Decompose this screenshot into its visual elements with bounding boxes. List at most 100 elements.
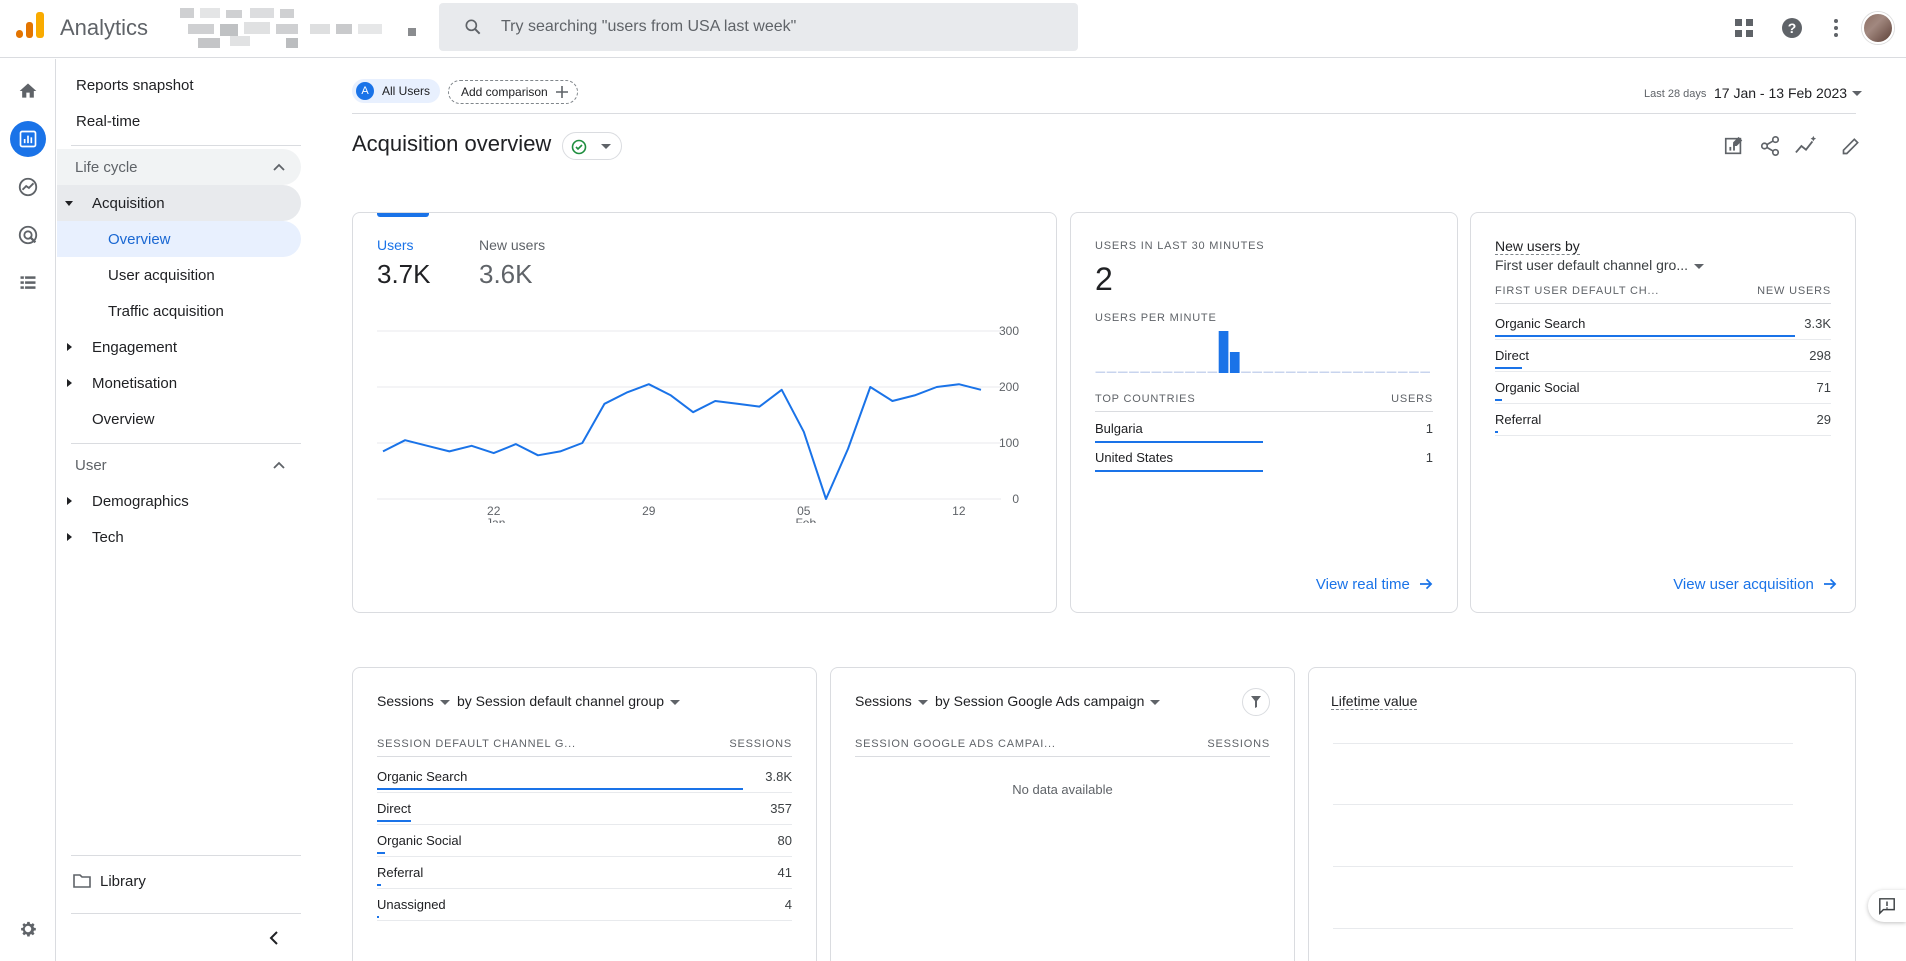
dimension-dropdown[interactable]: by Session Google Ads campaign bbox=[935, 693, 1161, 709]
view-realtime-link[interactable]: View real time bbox=[1316, 576, 1433, 593]
minute-bar[interactable] bbox=[1117, 371, 1128, 374]
nav-demographics[interactable]: Demographics bbox=[57, 483, 301, 519]
help-icon[interactable]: ? bbox=[1778, 14, 1806, 42]
insights-icon[interactable] bbox=[1791, 131, 1821, 161]
minute-bar[interactable] bbox=[1308, 371, 1318, 374]
minute-bar[interactable] bbox=[1353, 371, 1363, 374]
nav-user-acquisition[interactable]: User acquisition bbox=[57, 257, 301, 293]
minute-bar[interactable] bbox=[1386, 371, 1397, 374]
dimension-dropdown[interactable]: First user default channel gro... bbox=[1495, 257, 1704, 273]
avatar[interactable] bbox=[1862, 12, 1894, 44]
nav-acquisition-overview[interactable]: Overview bbox=[57, 221, 301, 257]
minute-bar[interactable] bbox=[1319, 371, 1330, 374]
share-icon[interactable] bbox=[1755, 131, 1785, 161]
users-line-chart[interactable]: 300200100022Jan29 05Feb12 bbox=[353, 303, 1053, 523]
table-row[interactable]: Organic Search 3.3K bbox=[1495, 308, 1831, 340]
nav-reports-snapshot[interactable]: Reports snapshot bbox=[57, 67, 301, 103]
customize-report-icon[interactable] bbox=[1719, 131, 1749, 161]
nav-traffic-acquisition[interactable]: Traffic acquisition bbox=[57, 293, 301, 329]
users-per-minute-chart[interactable] bbox=[1095, 327, 1435, 377]
minute-bar[interactable] bbox=[1375, 371, 1386, 374]
filter-icon[interactable] bbox=[1242, 688, 1270, 716]
table-row[interactable]: Organic Social 80 bbox=[377, 825, 792, 857]
minute-bar[interactable] bbox=[1241, 371, 1251, 374]
minute-bar[interactable] bbox=[1229, 352, 1240, 373]
caret-down-icon[interactable] bbox=[1852, 91, 1862, 96]
minute-bar[interactable] bbox=[1129, 371, 1139, 374]
minute-bar[interactable] bbox=[1151, 371, 1162, 374]
minute-bar[interactable] bbox=[1263, 371, 1274, 374]
table-row[interactable]: Direct 357 bbox=[377, 793, 792, 825]
table-row[interactable]: Referral 41 bbox=[377, 857, 792, 889]
nav-tech[interactable]: Tech bbox=[57, 519, 301, 555]
feedback-icon bbox=[1879, 898, 1895, 915]
caret-right-icon bbox=[67, 497, 72, 505]
feedback-button[interactable] bbox=[1868, 890, 1906, 922]
search-bar[interactable] bbox=[439, 3, 1078, 51]
date-range-picker[interactable]: 17 Jan - 13 Feb 2023 bbox=[1714, 85, 1847, 101]
realtime-users-label: USERS IN LAST 30 MINUTES bbox=[1095, 240, 1265, 252]
nav-monetisation-overview[interactable]: Overview bbox=[57, 401, 301, 437]
minute-bar[interactable] bbox=[1341, 371, 1352, 374]
minute-bar[interactable] bbox=[1274, 371, 1285, 374]
nav-acquisition[interactable]: Acquisition bbox=[57, 185, 301, 221]
minute-bar[interactable] bbox=[1420, 371, 1430, 374]
series-line-users[interactable] bbox=[382, 383, 982, 500]
table-row[interactable]: Organic Social 71 bbox=[1495, 372, 1831, 404]
tab-new-users[interactable]: New users 3.6K bbox=[479, 237, 569, 297]
nav-section-user[interactable]: User bbox=[57, 447, 301, 483]
minute-bar[interactable] bbox=[1252, 371, 1262, 374]
search-input[interactable] bbox=[501, 11, 1061, 43]
minute-bar[interactable] bbox=[1218, 331, 1229, 373]
advertising-icon[interactable] bbox=[10, 217, 46, 253]
table-row[interactable]: Organic Search 3.8K bbox=[377, 761, 792, 793]
minute-bar[interactable] bbox=[1162, 371, 1173, 374]
minute-bar[interactable] bbox=[1196, 371, 1206, 374]
admin-gear-icon[interactable] bbox=[10, 911, 46, 947]
card-title[interactable]: Lifetime value bbox=[1331, 693, 1418, 710]
add-comparison-button[interactable]: Add comparison bbox=[448, 80, 578, 104]
report-status-button[interactable] bbox=[562, 132, 622, 160]
minute-bar[interactable] bbox=[1207, 371, 1218, 374]
dimension-dropdown[interactable]: by Session default channel group bbox=[457, 693, 681, 709]
country-row[interactable]: United States 1 bbox=[1095, 442, 1433, 474]
nav-library[interactable]: Library bbox=[57, 863, 301, 899]
nav-realtime[interactable]: Real-time bbox=[57, 103, 301, 139]
home-icon[interactable] bbox=[10, 73, 46, 109]
collapse-nav-icon[interactable] bbox=[267, 931, 287, 951]
configure-icon[interactable] bbox=[10, 265, 46, 301]
minute-bar[interactable] bbox=[1297, 371, 1307, 374]
table-row[interactable]: Unassigned 4 bbox=[377, 889, 792, 921]
minute-bar[interactable] bbox=[1185, 371, 1195, 374]
metric-dropdown[interactable]: Sessions bbox=[377, 693, 450, 709]
edit-pencil-icon[interactable] bbox=[1836, 131, 1866, 161]
tab-users[interactable]: Users 3.7K bbox=[377, 237, 447, 297]
more-vert-icon[interactable] bbox=[1822, 14, 1850, 42]
all-users-chip[interactable]: A All Users bbox=[352, 79, 440, 103]
table-row[interactable]: Referral 29 bbox=[1495, 404, 1831, 436]
minute-bar[interactable] bbox=[1140, 371, 1150, 374]
account-picker[interactable] bbox=[180, 6, 420, 52]
nav-engagement[interactable]: Engagement bbox=[57, 329, 301, 365]
minute-bar[interactable] bbox=[1397, 371, 1408, 374]
nav-monetisation[interactable]: Monetisation bbox=[57, 365, 301, 401]
reports-icon[interactable] bbox=[10, 121, 46, 157]
explore-icon[interactable] bbox=[10, 169, 46, 205]
country-row[interactable]: Bulgaria 1 bbox=[1095, 413, 1433, 445]
minute-bar[interactable] bbox=[1106, 371, 1117, 374]
minute-bar[interactable] bbox=[1364, 371, 1374, 374]
analytics-logo[interactable] bbox=[14, 10, 44, 42]
metric-dropdown[interactable]: Sessions bbox=[855, 693, 928, 709]
x-tick-sublabel: Feb bbox=[795, 516, 816, 523]
table-row[interactable]: Direct 298 bbox=[1495, 340, 1831, 372]
minute-bar[interactable] bbox=[1173, 371, 1184, 374]
users-column-header: USERS bbox=[1391, 393, 1433, 405]
nav-section-lifecycle[interactable]: Life cycle bbox=[57, 149, 301, 185]
minute-bar[interactable] bbox=[1285, 371, 1296, 374]
view-user-acquisition-link[interactable]: View user acquisition bbox=[1673, 576, 1837, 593]
apps-grid-icon[interactable] bbox=[1730, 14, 1758, 42]
minute-bar[interactable] bbox=[1095, 371, 1106, 374]
minute-bar[interactable] bbox=[1409, 371, 1419, 374]
no-data-message: No data available bbox=[1012, 782, 1113, 797]
minute-bar[interactable] bbox=[1330, 371, 1341, 374]
